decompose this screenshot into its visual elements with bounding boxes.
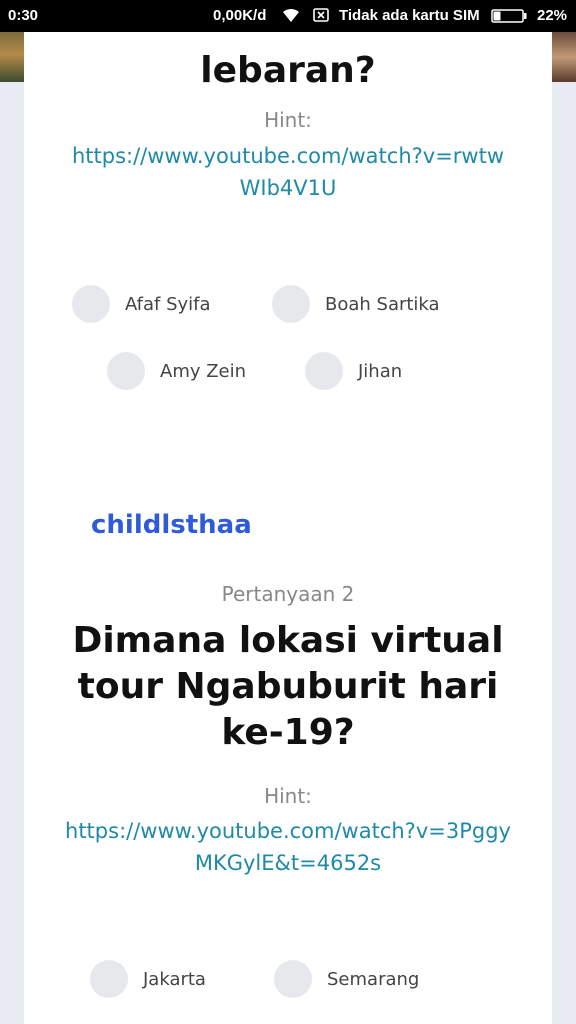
sim-status: Tidak ada kartu SIM	[339, 7, 480, 24]
no-sim-icon	[313, 8, 329, 22]
question-2-number: Pertanyaan 2	[221, 582, 355, 606]
option-label: Afaf Syifa	[125, 294, 211, 315]
option-label: Amy Zein	[160, 361, 247, 382]
quiz-card: lebaran? Hint: https://www.youtube.com/w…	[24, 32, 552, 1024]
status-bar: 0:30 0,00K/d Tidak ada kartu SIM 22%	[0, 0, 576, 32]
battery-icon	[491, 9, 527, 23]
wifi-icon	[283, 8, 299, 22]
username: childlsthaa	[91, 510, 252, 540]
battery-percent: 22%	[537, 7, 568, 24]
question-2-title: Dimana lokasi virtual tour Ngabuburit ha…	[72, 620, 504, 753]
radio-button[interactable]	[90, 960, 128, 998]
network-speed: 0,00K/d	[213, 7, 267, 24]
radio-button[interactable]	[274, 960, 312, 998]
radio-button[interactable]	[72, 285, 110, 323]
radio-button[interactable]	[272, 285, 310, 323]
question-1-title: lebaran?	[200, 50, 376, 91]
question-2-hint-label: Hint:	[264, 784, 312, 808]
background-image-right	[552, 32, 576, 82]
radio-button[interactable]	[107, 352, 145, 390]
option-label: Jakarta	[143, 969, 206, 990]
option-label: Jihan	[358, 361, 403, 382]
background-image-left	[0, 32, 24, 82]
question-1-hint-label: Hint:	[264, 108, 312, 132]
option-label: Boah Sartika	[325, 294, 440, 315]
status-time: 0:30	[8, 7, 39, 24]
option-label: Semarang	[327, 969, 420, 990]
question-1-hint-link[interactable]: https://www.youtube.com/watch?v=rwtwWIb4…	[64, 140, 512, 204]
question-2-hint-link[interactable]: https://www.youtube.com/watch?v=3PggyMKG…	[64, 815, 512, 879]
radio-button[interactable]	[305, 352, 343, 390]
